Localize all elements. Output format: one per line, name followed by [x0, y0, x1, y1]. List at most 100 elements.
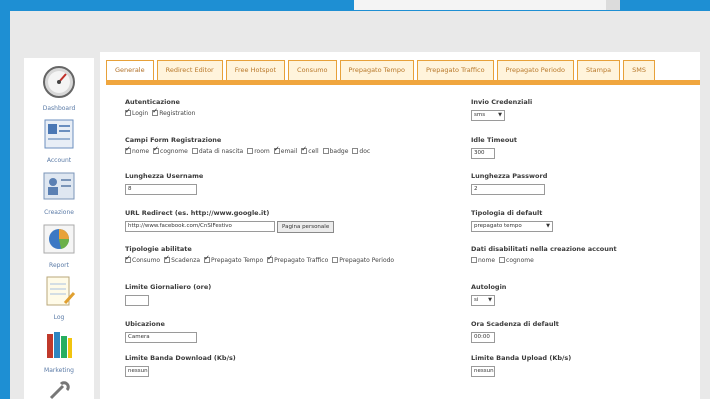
email-checkbox[interactable]: email	[273, 145, 298, 155]
sidebar-item-tools[interactable]	[24, 380, 94, 399]
prepagato-tempo-checkbox[interactable]: Prepagato Tempo	[204, 254, 263, 264]
field-label: Ubicazione	[125, 320, 165, 328]
field-label: Limite Banda Download (Kb/s)	[125, 354, 236, 362]
field-label: Invio Credenziali	[471, 98, 533, 106]
select-value: sms	[474, 112, 486, 118]
tab-bar: Generale Redirect Editor Free Hotspot Co…	[106, 60, 658, 81]
field-label: Limite Banda Upload (Kb/s)	[471, 354, 572, 362]
tab-consumo[interactable]: Consumo	[288, 60, 337, 81]
tab-prepagato-periodo[interactable]: Prepagato Periodo	[496, 60, 574, 81]
books-icon	[47, 332, 72, 358]
login-checkbox[interactable]: Login	[125, 107, 149, 117]
invio-credenziali-select[interactable]: sms ▼	[471, 110, 505, 121]
data-nascita-checkbox[interactable]: data di nascita	[191, 148, 243, 155]
idle-timeout-input[interactable]: 300	[471, 148, 495, 159]
tab-free-hotspot[interactable]: Free Hotspot	[225, 60, 286, 81]
tab-generale[interactable]: Generale	[106, 60, 154, 81]
tab-prepagato-tempo[interactable]: Prepagato Tempo	[339, 60, 414, 81]
url-redirect-row: http://www.facebook.com/CnSIFestivo Pagi…	[125, 221, 335, 233]
pagina-personale-button[interactable]: Pagina personale	[277, 221, 335, 233]
dati-disabilitati-field: Dati disabilitati nella creazione accoun…	[471, 245, 617, 264]
tab-underline	[106, 80, 700, 85]
sidebar: Dashboard Account Creazione Report Log M…	[24, 58, 94, 399]
autologin-field: Autologin si ▼	[471, 283, 506, 306]
sidebar-item-account[interactable]: Account	[24, 116, 94, 164]
cognome-checkbox[interactable]: cognome	[153, 145, 188, 155]
chevron-down-icon: ▼	[546, 223, 550, 229]
lunghezza-username-input[interactable]: 8	[125, 184, 197, 195]
ubicazione-input[interactable]: Camera	[125, 332, 197, 343]
autologin-select[interactable]: si ▼	[471, 295, 495, 306]
user-card-icon	[43, 172, 75, 200]
tipologie-options: Consumo Scadenza Prepagato Tempo Prepaga…	[125, 254, 394, 264]
option-label: Login	[132, 110, 149, 117]
lunghezza-password-input[interactable]: 2	[471, 184, 545, 195]
field-label: Lunghezza Username	[125, 172, 204, 180]
invio-credenziali-field: Invio Credenziali sms ▼	[471, 98, 532, 121]
ora-scadenza-field: Ora Scadenza di default 00:00	[471, 320, 559, 343]
registration-checkbox[interactable]: Registration	[152, 107, 196, 117]
tipologia-default-field: Tipologia di default prepagato tempo ▼	[471, 209, 553, 232]
campi-options: nome cognome data di nascita room email …	[125, 145, 370, 155]
option-label: Prepagato Traffico	[274, 257, 329, 264]
sidebar-item-creazione[interactable]: Creazione	[24, 168, 94, 216]
sidebar-item-label: Log	[53, 314, 65, 321]
tab-prepagato-traffico[interactable]: Prepagato Traffico	[416, 60, 494, 81]
pie-chart-icon	[43, 224, 75, 254]
select-value: si	[474, 297, 479, 303]
tab-stampa[interactable]: Stampa	[577, 60, 621, 81]
sidebar-item-log[interactable]: Log	[24, 273, 94, 321]
sidebar-item-report[interactable]: Report	[24, 221, 94, 269]
field-label: Autologin	[471, 283, 507, 291]
prepagato-traffico-checkbox[interactable]: Prepagato Traffico	[267, 254, 329, 264]
consumo-checkbox[interactable]: Consumo	[125, 254, 160, 264]
option-label: cognome	[160, 148, 188, 155]
option-label: email	[280, 148, 298, 155]
dati-disabilitati-options: nome cognome	[471, 257, 617, 264]
field-label: Autenticazione	[125, 98, 180, 106]
banda-upload-input[interactable]: nessun	[471, 366, 495, 377]
option-label: Registration	[159, 110, 196, 117]
lunghezza-username-field: Lunghezza Username 8	[125, 172, 203, 195]
tab-sms[interactable]: SMS	[623, 60, 655, 81]
autenticazione-field: Autenticazione Login Registration	[125, 98, 195, 117]
campi-form-field: Campi Form Registrazione nome cognome da…	[125, 136, 370, 155]
cognome-disabled-checkbox[interactable]: cognome	[499, 257, 534, 264]
autenticazione-options: Login Registration	[125, 107, 196, 117]
field-label: Limite Giornaliero (ore)	[125, 283, 212, 291]
banda-upload-field: Limite Banda Upload (Kb/s) nessun	[471, 354, 571, 377]
ubicazione-field: Ubicazione Camera	[125, 320, 197, 343]
sidebar-item-dashboard[interactable]: Dashboard	[24, 64, 94, 112]
limite-giornaliero-input[interactable]	[125, 295, 149, 306]
option-label: room	[254, 148, 270, 155]
room-checkbox[interactable]: room	[247, 148, 270, 155]
field-label: URL Redirect (es. http://www.google.it)	[125, 209, 270, 217]
tipologia-default-select[interactable]: prepagato tempo ▼	[471, 221, 553, 232]
select-value: prepagato tempo	[474, 223, 522, 229]
sidebar-item-label: Report	[49, 262, 69, 269]
nome-checkbox[interactable]: nome	[125, 145, 149, 155]
prepagato-periodo-checkbox[interactable]: Prepagato Periodo	[332, 257, 394, 264]
banda-download-input[interactable]: nessun	[125, 366, 149, 377]
field-label: Lunghezza Password	[471, 172, 548, 180]
lunghezza-password-field: Lunghezza Password 2	[471, 172, 547, 195]
doc-checkbox[interactable]: doc	[352, 148, 370, 155]
tools-icon	[49, 381, 70, 399]
option-label: nome	[478, 257, 496, 264]
field-label: Idle Timeout	[471, 136, 518, 144]
cell-checkbox[interactable]: cell	[301, 145, 319, 155]
url-redirect-input[interactable]: http://www.facebook.com/CnSIFestivo	[125, 221, 275, 232]
settings-panel: Generale Redirect Editor Free Hotspot Co…	[100, 52, 700, 399]
notepad-icon	[46, 276, 76, 306]
badge-checkbox[interactable]: badge	[322, 148, 348, 155]
scadenza-checkbox[interactable]: Scadenza	[164, 254, 200, 264]
nome-disabled-checkbox[interactable]: nome	[471, 257, 495, 264]
field-label: Tipologie abilitate	[125, 245, 192, 253]
tab-redirect-editor[interactable]: Redirect Editor	[156, 60, 223, 81]
ora-scadenza-input[interactable]: 00:00	[471, 332, 495, 343]
sidebar-item-label: Account	[46, 157, 72, 164]
top-divider	[606, 0, 620, 10]
chevron-down-icon: ▼	[498, 112, 502, 118]
sidebar-item-marketing[interactable]: Marketing	[24, 326, 94, 374]
option-label: Prepagato Periodo	[339, 257, 395, 264]
